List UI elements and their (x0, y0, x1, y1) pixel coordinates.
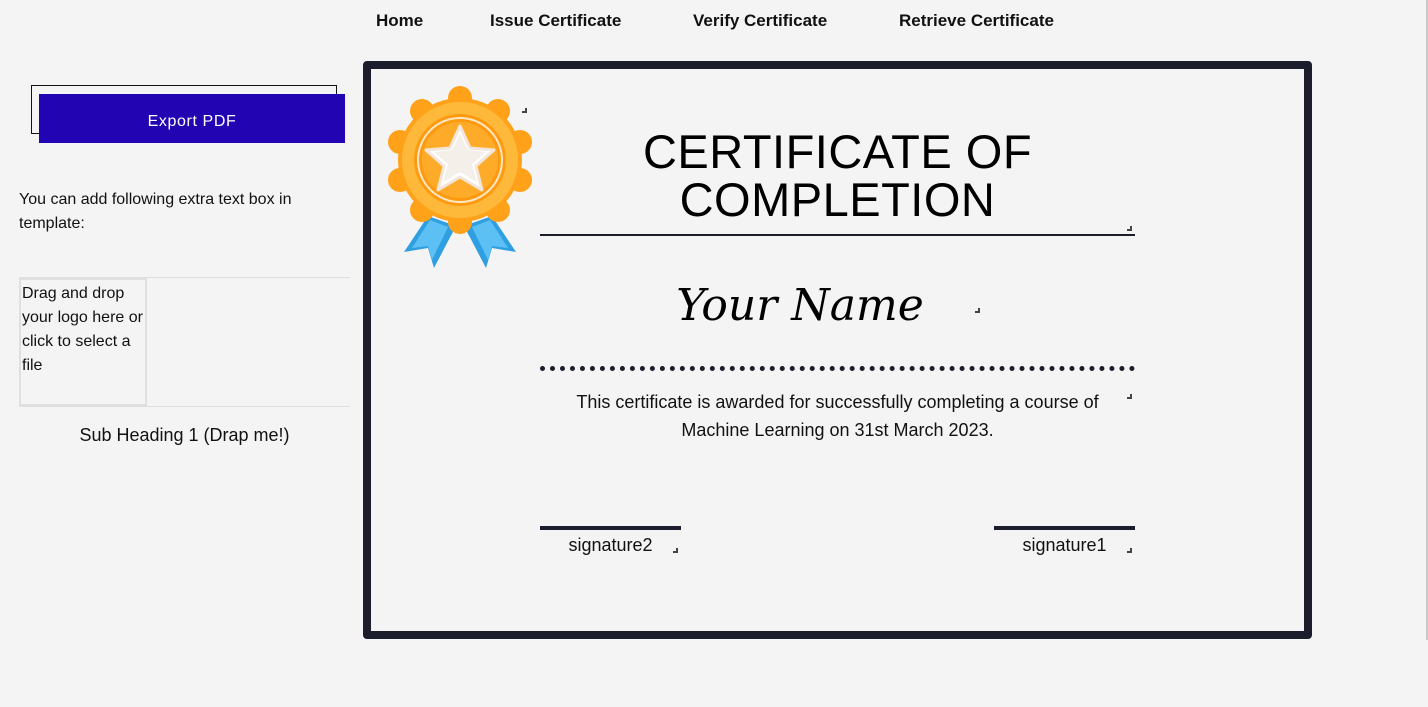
name-dotted-line (540, 366, 1135, 371)
medal-star-icon[interactable] (382, 84, 538, 274)
export-pdf-button[interactable]: Export PDF (39, 94, 345, 143)
recipient-name[interactable]: Your Name (540, 280, 1060, 331)
signature-right-resize-handle[interactable] (1127, 548, 1132, 553)
name-resize-handle[interactable] (975, 308, 980, 313)
sidebar-divider-bottom (19, 406, 350, 407)
logo-dropzone[interactable]: Drag and drop your logo here or click to… (19, 278, 147, 406)
nav-issue-certificate-link[interactable]: Issue Certificate (490, 11, 621, 31)
description-resize-handle[interactable] (1127, 394, 1132, 399)
signature-left-resize-handle[interactable] (673, 548, 678, 553)
signature-left-line (540, 526, 681, 530)
certificate-title[interactable]: CERTIFICATE OF COMPLETION (540, 128, 1135, 224)
draggable-subheading[interactable]: Sub Heading 1 (Drap me!) (19, 425, 350, 446)
signature-right-line (994, 526, 1135, 530)
medal-star-icon-graphic (388, 86, 532, 268)
title-resize-handle[interactable] (1127, 226, 1132, 231)
title-underline (540, 234, 1135, 236)
certificate-description[interactable]: This certificate is awarded for successf… (560, 388, 1115, 444)
export-pdf-container: Export PDF (31, 85, 345, 143)
nav-home-link[interactable]: Home (376, 11, 423, 31)
signature-left-label[interactable]: signature2 (540, 535, 681, 556)
extra-textbox-note: You can add following extra text box in … (19, 191, 292, 232)
top-nav: Home Issue Certificate Verify Certificat… (0, 0, 1428, 44)
nav-verify-certificate-link[interactable]: Verify Certificate (693, 11, 827, 31)
signature-right-label[interactable]: signature1 (994, 535, 1135, 556)
nav-retrieve-certificate-link[interactable]: Retrieve Certificate (899, 11, 1054, 31)
medal-resize-handle[interactable] (522, 108, 527, 113)
